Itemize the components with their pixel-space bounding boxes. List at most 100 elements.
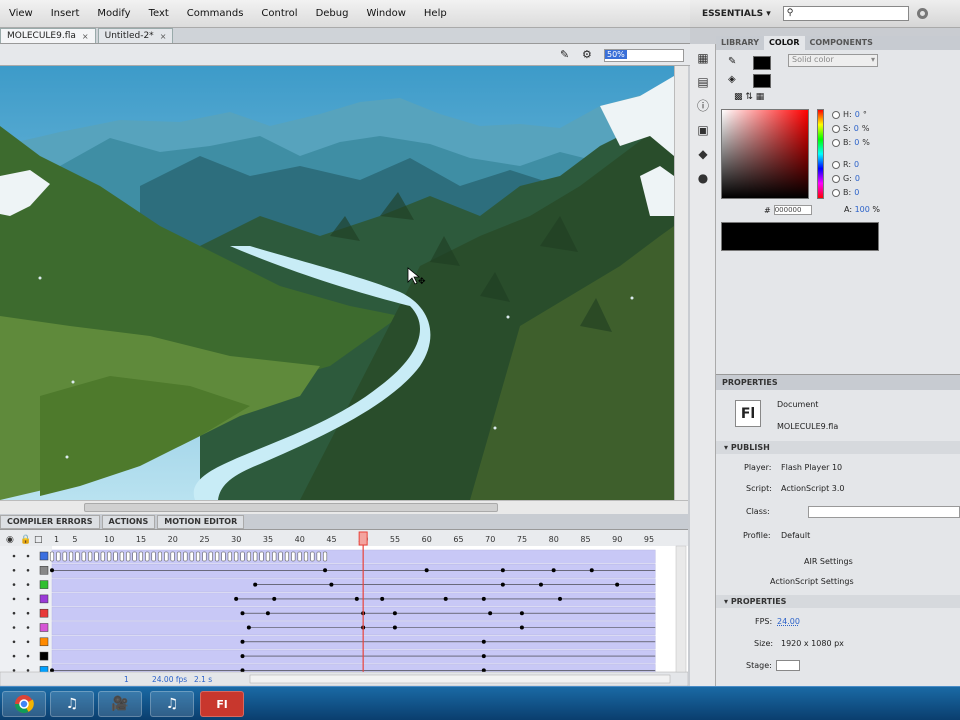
r-value[interactable]: 0 xyxy=(854,160,859,169)
chrome-icon[interactable] xyxy=(2,691,46,717)
layer-color-swatch[interactable] xyxy=(39,608,49,618)
bl-value[interactable]: 0 xyxy=(854,188,859,197)
visibility-dot[interactable] xyxy=(12,640,16,644)
frame-cell[interactable] xyxy=(221,551,226,562)
keyframe[interactable] xyxy=(615,582,620,587)
frame-cell[interactable] xyxy=(56,551,61,562)
green-radio[interactable] xyxy=(832,174,840,183)
keyframe[interactable] xyxy=(551,568,556,573)
frame-cell[interactable] xyxy=(107,551,112,562)
keyframe[interactable] xyxy=(589,568,594,573)
zoom-field[interactable]: 50% xyxy=(604,49,684,62)
keyframe[interactable] xyxy=(253,582,258,587)
g-value[interactable]: 0 xyxy=(855,174,860,183)
flash-icon[interactable]: Fl xyxy=(200,691,244,717)
transform-icon[interactable]: ▣ xyxy=(696,123,710,137)
lock-dot[interactable] xyxy=(26,597,30,601)
keyframe[interactable] xyxy=(272,596,277,601)
keyframe[interactable] xyxy=(234,596,239,601)
align-icon[interactable]: ▤ xyxy=(696,75,710,89)
frame-cell[interactable] xyxy=(94,551,99,562)
video-icon[interactable]: 🎥 xyxy=(98,691,142,717)
publish-section[interactable]: ▾ PUBLISH xyxy=(716,441,960,454)
menu-control[interactable]: Control xyxy=(252,8,306,19)
lock-dot[interactable] xyxy=(26,583,30,586)
lock-dot[interactable] xyxy=(26,554,30,558)
stage-vertical-scrollbar[interactable] xyxy=(674,66,688,500)
tab-compiler-errors[interactable]: COMPILER ERRORS xyxy=(0,514,100,529)
alpha-value[interactable]: 100 xyxy=(855,205,870,214)
eye-icon[interactable]: ◉ xyxy=(6,535,14,545)
keyframe[interactable] xyxy=(380,596,385,601)
class-input[interactable] xyxy=(808,506,960,518)
tab-untitled-2[interactable]: Untitled-2* × xyxy=(97,28,174,43)
layer-frames[interactable] xyxy=(51,606,656,621)
frame-cell[interactable] xyxy=(138,551,143,562)
timeline[interactable]: ◉🔒□1510152025303540455055606570758085909… xyxy=(0,530,689,687)
layer-color-swatch[interactable] xyxy=(39,580,49,589)
motion-presets-icon[interactable]: ◆ xyxy=(696,147,710,161)
frame-cell[interactable] xyxy=(170,551,175,562)
sync-icon[interactable] xyxy=(916,8,928,19)
keyframe[interactable] xyxy=(443,596,448,601)
frame-cell[interactable] xyxy=(157,551,162,562)
tab-library[interactable]: LIBRARY xyxy=(716,36,764,50)
outline-icon[interactable]: □ xyxy=(34,535,43,545)
lock-dot[interactable] xyxy=(26,654,30,658)
edit-symbols-icon[interactable]: ⚙ xyxy=(582,48,596,61)
frame-cell[interactable] xyxy=(100,551,105,562)
layer-color-swatch[interactable] xyxy=(39,594,49,604)
frame-cell[interactable] xyxy=(284,551,289,562)
timeline-horizontal-scrollbar[interactable] xyxy=(249,674,671,684)
info-icon[interactable]: ⓘ xyxy=(696,99,710,113)
keyframe[interactable] xyxy=(323,568,328,573)
frame-cell[interactable] xyxy=(49,551,55,562)
color-field[interactable] xyxy=(721,109,809,199)
lock-dot[interactable] xyxy=(26,611,30,615)
close-icon[interactable]: × xyxy=(82,32,89,41)
blue-radio[interactable] xyxy=(832,188,840,197)
keyframe[interactable] xyxy=(481,596,486,601)
keyframe[interactable] xyxy=(481,639,486,644)
itunes-icon[interactable]: ♫ xyxy=(50,691,94,717)
workspace-switcher[interactable]: ESSENTIALS ▾ xyxy=(702,9,771,19)
tab-motion-editor[interactable]: MOTION EDITOR xyxy=(157,514,245,529)
layer-frames[interactable] xyxy=(51,592,656,607)
frame-cell[interactable] xyxy=(323,551,328,562)
frame-cell[interactable] xyxy=(259,551,264,562)
menu-modify[interactable]: Modify xyxy=(88,8,139,19)
layer-color-swatch[interactable] xyxy=(39,637,49,647)
timeline-frames[interactable]: ◉🔒□1510152025303540455055606570758085909… xyxy=(0,530,689,687)
keyframe[interactable] xyxy=(481,654,486,659)
footer-frame[interactable]: 1 xyxy=(124,675,129,684)
hex-input[interactable]: 000000 xyxy=(773,205,812,215)
fill-color-swatch[interactable] xyxy=(753,74,771,88)
keyframe[interactable] xyxy=(354,596,359,601)
edit-scene-icon[interactable]: ✎ xyxy=(560,48,574,61)
frame-cell[interactable] xyxy=(291,551,296,562)
frame-cell[interactable] xyxy=(196,551,201,562)
stage[interactable]: ✥ xyxy=(0,66,674,500)
keyframe[interactable] xyxy=(424,568,429,573)
keyframe[interactable] xyxy=(50,568,54,573)
lock-dot[interactable] xyxy=(26,640,30,644)
menu-commands[interactable]: Commands xyxy=(178,8,253,19)
keyframe[interactable] xyxy=(558,596,562,601)
frame-cell[interactable] xyxy=(297,551,302,562)
frame-cell[interactable] xyxy=(151,551,156,562)
frame-cell[interactable] xyxy=(272,551,277,562)
frame-cell[interactable] xyxy=(278,551,283,562)
actionscript-settings-button[interactable]: ActionScript Settings xyxy=(770,577,854,586)
frame-cell[interactable] xyxy=(126,551,131,562)
color-type-select[interactable]: Solid color ▾ xyxy=(788,54,878,67)
menu-debug[interactable]: Debug xyxy=(307,8,358,19)
h-value[interactable]: 0 xyxy=(855,110,860,119)
layer-color-swatch[interactable] xyxy=(39,623,49,632)
footer-fps[interactable]: 24.00 fps xyxy=(152,675,187,684)
close-icon[interactable]: × xyxy=(160,32,167,41)
frame-cell[interactable] xyxy=(183,551,188,562)
keyframe[interactable] xyxy=(240,654,245,659)
hue-radio[interactable] xyxy=(832,110,840,119)
swap-colors-icon[interactable]: ▩ ⇅ ▦ xyxy=(734,92,764,102)
frame-cell[interactable] xyxy=(69,551,74,562)
